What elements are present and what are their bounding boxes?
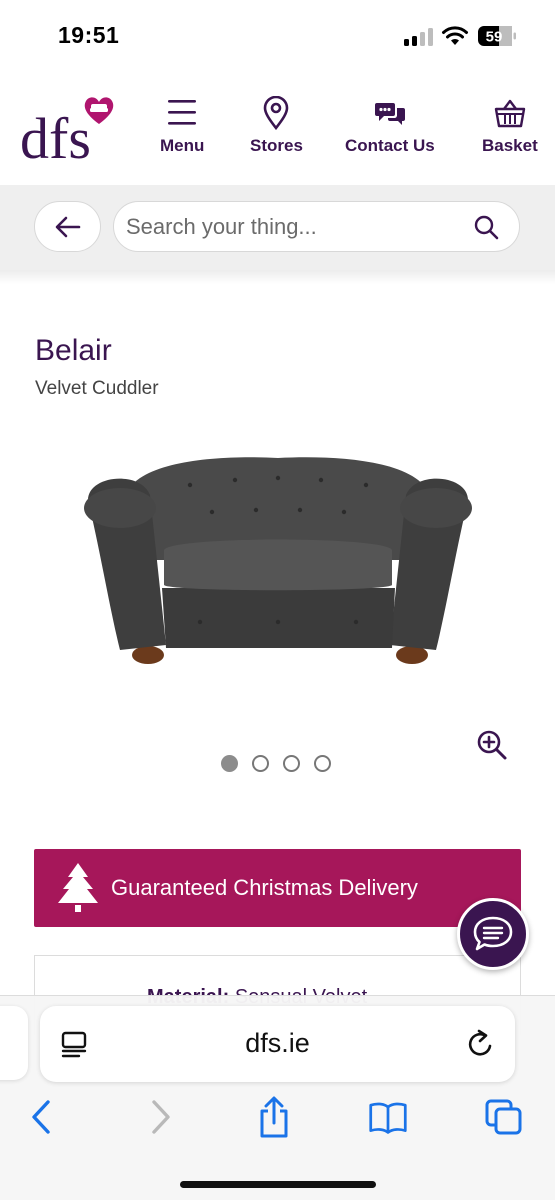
menu-icon <box>168 100 197 125</box>
arrow-left-icon <box>55 216 80 237</box>
product-title: Belair <box>35 334 112 367</box>
zoom-in-icon[interactable] <box>476 729 508 761</box>
url-text: dfs.ie <box>245 1028 310 1058</box>
search-box[interactable] <box>113 201 520 252</box>
nav-menu-label: Menu <box>160 136 205 155</box>
forward-arrow-icon[interactable] <box>140 1096 180 1138</box>
nav-basket[interactable]: Basket <box>482 96 538 156</box>
nav-basket-label: Basket <box>482 136 538 155</box>
chat-bubble-icon <box>473 916 513 951</box>
search-bar-area <box>0 185 555 284</box>
status-bar: 19:51 59 <box>0 0 555 72</box>
carousel-dot[interactable] <box>283 755 300 772</box>
tabs-icon[interactable] <box>484 1096 524 1138</box>
nav-stores-label: Stores <box>250 136 303 155</box>
dfs-logo[interactable]: dfs <box>20 88 120 168</box>
cellular-signal-icon <box>404 28 434 46</box>
christmas-delivery-text: Guaranteed Christmas Delivery <box>111 875 418 900</box>
status-time: 19:51 <box>58 22 120 48</box>
carousel-dot[interactable] <box>252 755 269 772</box>
share-icon[interactable] <box>254 1096 294 1138</box>
reload-icon[interactable] <box>465 1028 497 1060</box>
nav-stores[interactable]: Stores <box>250 96 303 156</box>
svg-text:dfs: dfs <box>20 106 91 168</box>
previous-tab-preview[interactable] <box>0 1006 28 1080</box>
search-icon[interactable] <box>473 214 499 240</box>
christmas-tree-icon <box>58 863 98 912</box>
christmas-delivery-banner[interactable]: Guaranteed Christmas Delivery <box>34 849 521 927</box>
product-image[interactable] <box>70 440 485 700</box>
battery-level: 59 <box>486 29 503 46</box>
nav-contact-us[interactable]: Contact Us <box>345 96 435 156</box>
site-header: dfs Menu Stores Contact Us Basket <box>0 72 555 185</box>
back-arrow-icon[interactable] <box>22 1096 62 1138</box>
home-indicator <box>180 1181 376 1188</box>
address-bar[interactable]: dfs.ie <box>40 1006 515 1082</box>
battery-icon: 59 <box>478 26 516 46</box>
search-input[interactable] <box>126 210 456 244</box>
basket-icon <box>494 99 526 128</box>
location-pin-icon <box>264 96 289 130</box>
bookmarks-icon[interactable] <box>368 1096 408 1138</box>
carousel-dot[interactable] <box>221 755 238 772</box>
image-carousel-dots <box>221 755 331 772</box>
nav-menu[interactable]: Menu <box>160 96 204 156</box>
carousel-dot[interactable] <box>314 755 331 772</box>
chat-bubbles-icon <box>374 103 405 125</box>
product-subtitle: Velvet Cuddler <box>35 378 159 399</box>
nav-contact-label: Contact Us <box>345 136 435 155</box>
wifi-icon <box>442 26 468 45</box>
back-button[interactable] <box>34 201 101 252</box>
live-chat-button[interactable] <box>457 898 529 970</box>
browser-toolbar: dfs.ie <box>0 995 555 1200</box>
